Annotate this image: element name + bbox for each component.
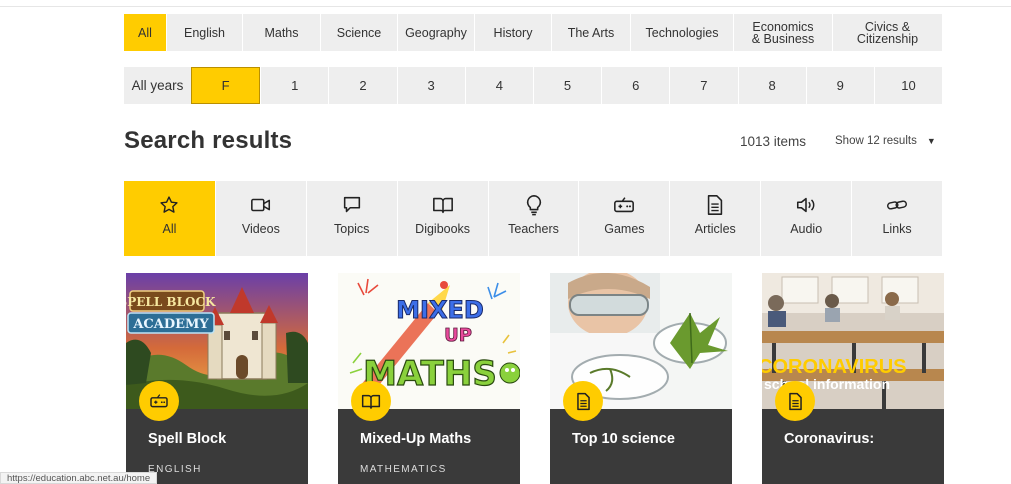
subject-geography[interactable]: Geography <box>397 14 474 51</box>
svg-text:SPELL BLOCK: SPELL BLOCK <box>126 295 216 309</box>
subject-technologies[interactable]: Technologies <box>630 14 733 51</box>
lightbulb-icon <box>523 194 545 216</box>
subject-civics-citizenship[interactable]: Civics & Citizenship <box>832 14 942 51</box>
tab-digibooks[interactable]: Digibooks <box>396 181 488 256</box>
caret-down-icon: ▼ <box>926 136 936 146</box>
open-book-icon <box>351 381 391 421</box>
open-book-icon <box>432 194 454 216</box>
tab-all[interactable]: All <box>124 181 215 256</box>
results-count: 1013 items <box>740 134 807 149</box>
content-type-tabs: All Videos Topics Digibooks Teachers Gam… <box>124 181 942 256</box>
svg-text:CORONAVIRUS: CORONAVIRUS <box>762 356 907 378</box>
game-controller-icon <box>613 194 635 216</box>
status-bar-url: https://education.abc.net.au/home <box>0 472 158 484</box>
star-icon <box>158 194 180 216</box>
year-9[interactable]: 9 <box>805 67 874 104</box>
tab-teachers[interactable]: Teachers <box>487 181 579 256</box>
speaker-icon <box>795 194 817 216</box>
results-per-page-select[interactable]: Show 12 results ▼ <box>835 135 936 147</box>
year-all[interactable]: All years <box>124 67 191 104</box>
tab-links[interactable]: Links <box>851 181 942 256</box>
document-icon <box>704 194 726 216</box>
tab-label: Videos <box>241 222 280 236</box>
subject-science[interactable]: Science <box>320 14 397 51</box>
game-controller-icon <box>139 381 179 421</box>
card-title: Coronavirus: <box>784 431 875 447</box>
tab-label: Teachers <box>508 222 559 236</box>
card-subject: MATHEMATICS <box>360 464 447 475</box>
top-divider <box>0 6 1011 7</box>
tab-label: Digibooks <box>415 222 471 236</box>
year-6[interactable]: 6 <box>601 67 669 104</box>
svg-text:MIXED: MIXED <box>396 296 484 324</box>
tab-topics[interactable]: Topics <box>305 181 397 256</box>
tab-label: All <box>162 222 177 236</box>
subject-the-arts[interactable]: The Arts <box>551 14 630 51</box>
year-1[interactable]: 1 <box>260 67 328 104</box>
subject-all[interactable]: All <box>124 14 166 51</box>
tab-audio[interactable]: Audio <box>760 181 851 256</box>
card-title: Mixed-Up Maths <box>360 431 472 447</box>
document-icon <box>563 381 603 421</box>
year-4[interactable]: 4 <box>464 67 533 104</box>
link-icon <box>886 194 908 216</box>
tab-videos[interactable]: Videos <box>214 181 306 256</box>
tab-articles[interactable]: Articles <box>669 181 760 256</box>
tab-label: Articles <box>694 222 736 236</box>
document-icon <box>775 381 815 421</box>
tab-label: Audio <box>790 222 823 236</box>
tab-label: Links <box>882 222 912 236</box>
year-f[interactable]: F <box>191 67 261 104</box>
speech-bubble-icon <box>341 194 363 216</box>
subject-filter: All English Maths Science Geography Hist… <box>124 14 942 51</box>
year-7[interactable]: 7 <box>669 67 737 104</box>
year-5[interactable]: 5 <box>532 67 601 104</box>
video-camera-icon <box>250 194 272 216</box>
search-results-heading: Search results <box>124 127 293 154</box>
result-card-spell-block[interactable]: SPELL BLOCK ACADEMY Spell Block ENGLISH <box>126 273 308 484</box>
svg-text:ACADEMY: ACADEMY <box>132 317 209 332</box>
result-card-coronavirus[interactable]: CORONAVIRUS school information Coronavir… <box>762 273 944 484</box>
year-10[interactable]: 10 <box>873 67 942 104</box>
subject-english[interactable]: English <box>166 14 242 51</box>
tab-label: Topics <box>334 222 370 236</box>
tab-label: Games <box>604 222 645 236</box>
svg-text:UP: UP <box>444 325 472 346</box>
result-card-mixed-up-maths[interactable]: MIXED UP MATHS Mixed-Up Maths MATHEMATIC… <box>338 273 520 484</box>
card-title: Top 10 science <box>572 431 675 447</box>
result-card-top-10-science[interactable]: Top 10 science <box>550 273 732 484</box>
year-8[interactable]: 8 <box>737 67 806 104</box>
subject-maths[interactable]: Maths <box>242 14 320 51</box>
subject-history[interactable]: History <box>474 14 551 51</box>
tab-games[interactable]: Games <box>578 181 669 256</box>
subject-economics-business[interactable]: Economics & Business <box>733 14 832 51</box>
card-title: Spell Block <box>148 431 227 447</box>
year-2[interactable]: 2 <box>328 67 396 104</box>
year-filter: All years F 1 2 3 4 5 6 7 8 9 10 <box>124 67 942 104</box>
year-3[interactable]: 3 <box>396 67 465 104</box>
results-per-page-label: Show 12 results <box>835 135 917 147</box>
